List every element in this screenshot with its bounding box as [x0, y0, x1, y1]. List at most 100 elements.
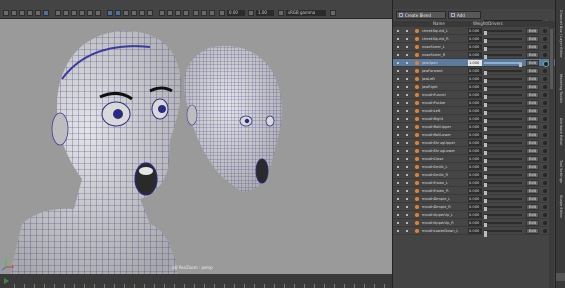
- target-name[interactable]: mouthSmile_R: [422, 171, 464, 179]
- target-name[interactable]: mouthLowerDown_L: [422, 227, 464, 235]
- target-row[interactable]: mouthPucker 0.000 Edit: [393, 99, 555, 109]
- weight-slider[interactable]: [484, 190, 522, 197]
- target-name[interactable]: mouthPucker: [422, 99, 464, 107]
- visibility-icon[interactable]: [397, 222, 399, 224]
- target-row[interactable]: cheekSquint_L 0.000 Edit: [393, 27, 555, 37]
- edit-mode-icon[interactable]: [406, 110, 408, 112]
- visibility-icon[interactable]: [397, 70, 399, 72]
- edit-button[interactable]: Edit: [526, 76, 539, 82]
- keyframe-icon[interactable]: [543, 77, 547, 81]
- edit-mode-icon[interactable]: [406, 230, 408, 232]
- target-name[interactable]: mouthRollUpper: [422, 123, 464, 131]
- weight-slider[interactable]: [484, 174, 522, 181]
- edit-button[interactable]: Edit: [526, 204, 539, 210]
- target-name[interactable]: mouthSmile_L: [422, 163, 464, 171]
- target-row[interactable]: mouthFunnel 0.000 Edit: [393, 91, 555, 101]
- exposure-field[interactable]: 0.00: [227, 10, 245, 16]
- visibility-icon[interactable]: [397, 30, 399, 32]
- visibility-icon[interactable]: [397, 110, 399, 112]
- edit-mode-icon[interactable]: [406, 78, 408, 80]
- edit-mode-icon[interactable]: [406, 126, 408, 128]
- weight-slider[interactable]: [484, 110, 522, 117]
- view-transform-dropdown[interactable]: sRGB gamma: [286, 10, 326, 16]
- edit-mode-icon[interactable]: [406, 198, 408, 200]
- keyframe-icon[interactable]: [543, 189, 547, 193]
- target-name[interactable]: jawLeft: [422, 75, 464, 83]
- target-row[interactable]: mouthShrugLower 0.000 Edit: [393, 147, 555, 157]
- keyframe-icon[interactable]: [543, 149, 547, 153]
- target-name[interactable]: mouthUpperUp_L: [422, 211, 464, 219]
- visibility-icon[interactable]: [397, 206, 399, 208]
- weight-field[interactable]: 0.000: [468, 36, 482, 42]
- edit-mode-icon[interactable]: [406, 222, 408, 224]
- visibility-icon[interactable]: [397, 230, 399, 232]
- target-name[interactable]: noseSneer_L: [422, 43, 464, 51]
- weight-slider[interactable]: [484, 206, 522, 213]
- visibility-icon[interactable]: [397, 158, 399, 160]
- visibility-icon[interactable]: [397, 78, 399, 80]
- edit-mode-icon[interactable]: [406, 86, 408, 88]
- keyframe-icon[interactable]: [543, 101, 547, 105]
- edit-mode-icon[interactable]: [406, 70, 408, 72]
- keyframe-icon[interactable]: [543, 53, 547, 57]
- use-all-lights-icon[interactable]: [139, 10, 145, 16]
- edit-mode-icon[interactable]: [406, 62, 408, 64]
- 2d-pan-zoom-icon[interactable]: [35, 10, 41, 16]
- target-row[interactable]: mouthFrown_L 0.000 Edit: [393, 179, 555, 189]
- weight-slider[interactable]: [484, 214, 522, 221]
- weight-field[interactable]: 0.000: [468, 108, 482, 114]
- target-row[interactable]: noseSneer_L 0.000 Edit: [393, 43, 555, 53]
- weight-field[interactable]: 0.000: [468, 172, 482, 178]
- weight-slider[interactable]: [484, 38, 522, 45]
- target-row[interactable]: jawLeft 0.000 Edit: [393, 75, 555, 85]
- target-name[interactable]: jawOpen: [422, 59, 464, 67]
- edit-mode-icon[interactable]: [406, 150, 408, 152]
- keyframe-icon[interactable]: [543, 69, 547, 73]
- target-row[interactable]: mouthShrugUpper 0.000 Edit: [393, 139, 555, 149]
- weight-slider[interactable]: [484, 126, 522, 133]
- visibility-icon[interactable]: [397, 190, 399, 192]
- weight-field[interactable]: 0.000: [468, 196, 482, 202]
- visibility-icon[interactable]: [397, 182, 399, 184]
- scroll-thumb[interactable]: [550, 29, 553, 89]
- target-name[interactable]: mouthFrown_L: [422, 179, 464, 187]
- visibility-icon[interactable]: [397, 142, 399, 144]
- target-row[interactable]: jawOpen 1.000 Edit: [393, 59, 555, 69]
- target-name[interactable]: mouthFunnel: [422, 91, 464, 99]
- target-row[interactable]: mouthDimple_R 0.000 Edit: [393, 203, 555, 213]
- visibility-icon[interactable]: [397, 86, 399, 88]
- target-row[interactable]: cheekSquint_R 0.000 Edit: [393, 35, 555, 45]
- gate-mask-icon[interactable]: [79, 10, 85, 16]
- target-row[interactable]: mouthSmile_L 0.000 Edit: [393, 163, 555, 173]
- target-row[interactable]: mouthLeft 0.000 Edit: [393, 107, 555, 117]
- keyframe-icon[interactable]: [543, 197, 547, 201]
- edit-button[interactable]: Edit: [526, 132, 539, 138]
- weight-field[interactable]: 0.000: [468, 76, 482, 82]
- tab-tool-settings[interactable]: Tool Settings: [556, 154, 565, 188]
- edit-mode-icon[interactable]: [406, 174, 408, 176]
- target-row[interactable]: noseSneer_R 0.000 Edit: [393, 51, 555, 61]
- visibility-icon[interactable]: [397, 214, 399, 216]
- edit-button[interactable]: Edit: [526, 108, 539, 114]
- weight-field[interactable]: 0.000: [468, 164, 482, 170]
- keyframe-icon[interactable]: [543, 141, 547, 145]
- edit-button[interactable]: Edit: [526, 172, 539, 178]
- weight-slider[interactable]: [484, 70, 522, 77]
- weight-slider[interactable]: [484, 222, 522, 229]
- edit-button[interactable]: Edit: [526, 140, 539, 146]
- edit-button[interactable]: Edit: [526, 28, 539, 34]
- image-plane-icon[interactable]: [27, 10, 33, 16]
- grease-pencil-icon[interactable]: [43, 10, 49, 16]
- keyframe-icon[interactable]: [543, 157, 547, 161]
- weight-field[interactable]: 0.000: [468, 204, 482, 210]
- keyframe-icon[interactable]: [543, 181, 547, 185]
- target-row[interactable]: jawRight 0.000 Edit: [393, 83, 555, 93]
- keyframe-icon[interactable]: [543, 29, 547, 33]
- weight-field[interactable]: 0.000: [468, 148, 482, 154]
- edit-mode-icon[interactable]: [406, 118, 408, 120]
- tab-channel-box[interactable]: Channel Box / Layer Editor: [556, 4, 565, 64]
- target-name[interactable]: mouthShrugLower: [422, 147, 464, 155]
- gamma-icon[interactable]: [248, 10, 254, 16]
- visibility-icon[interactable]: [397, 150, 399, 152]
- weight-field[interactable]: 0.000: [468, 180, 482, 186]
